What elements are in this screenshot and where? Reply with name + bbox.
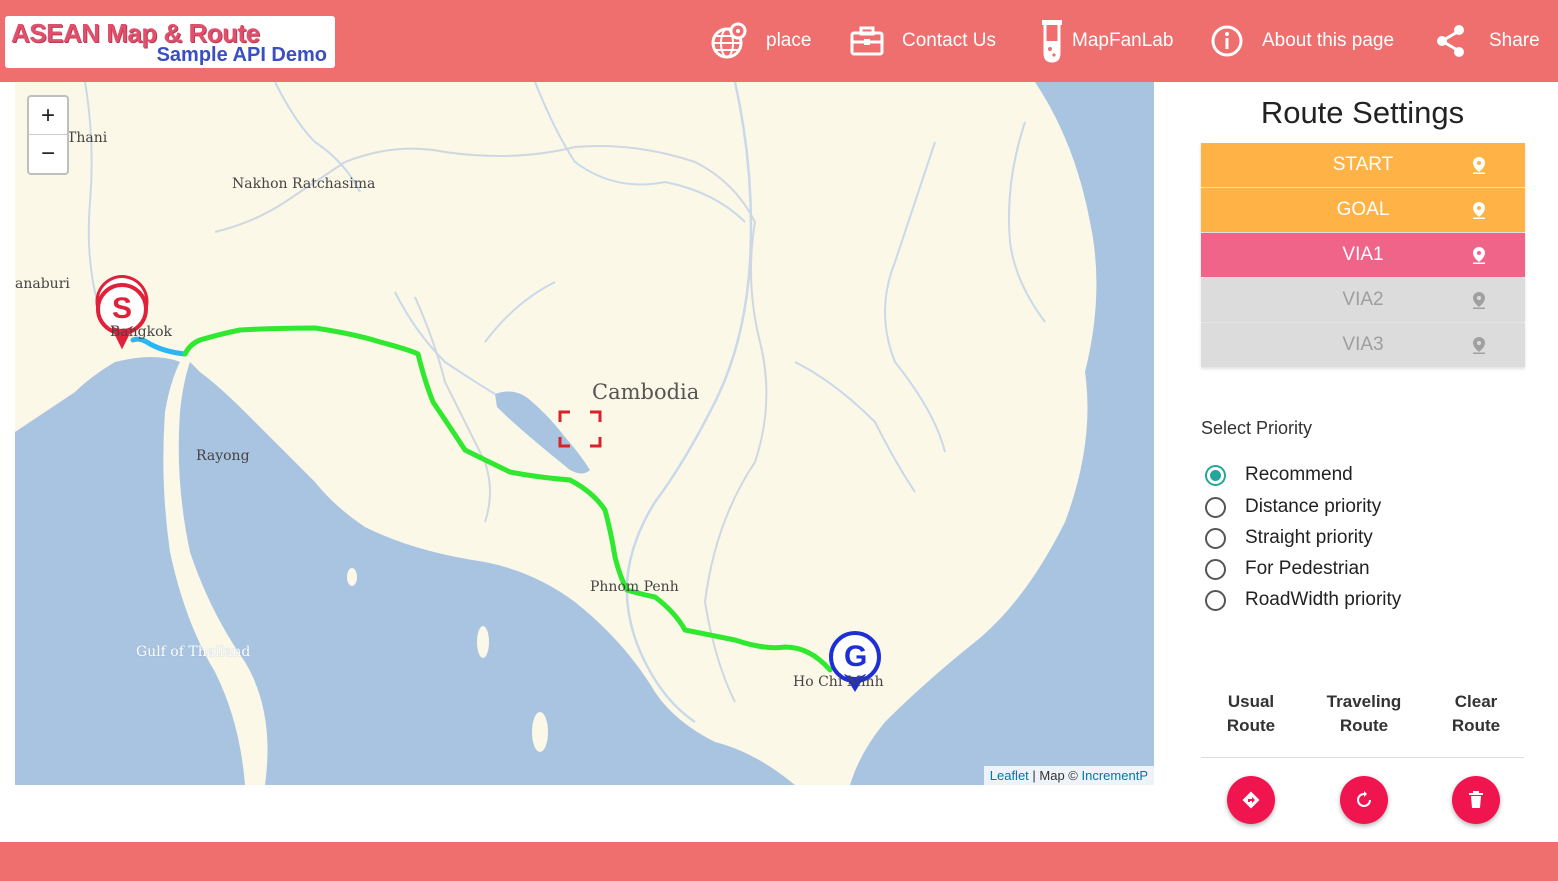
footer-bar	[0, 842, 1558, 881]
via3-point-button[interactable]: VIA3	[1201, 323, 1525, 367]
usual-route-label: Usual Route	[1196, 690, 1306, 738]
leaflet-link[interactable]: Leaflet	[990, 768, 1029, 783]
radio-button[interactable]	[1205, 589, 1226, 611]
priority-straight[interactable]: Straight priority	[1205, 526, 1373, 550]
priority-roadwidth[interactable]: RoadWidth priority	[1205, 588, 1401, 612]
traveling-route-label: Traveling Route	[1309, 690, 1419, 738]
start-marker-letter: S	[111, 292, 132, 325]
clear-route-line2: Route	[1451, 716, 1501, 735]
header-bar: ASEAN Map & Route Sample API Demo place	[0, 0, 1558, 82]
via2-point-label: VIA2	[1342, 289, 1384, 310]
priority-recommend[interactable]: Recommend	[1205, 463, 1353, 487]
island	[532, 712, 548, 752]
island	[477, 626, 489, 658]
place-label-bangkok: Bangkok	[110, 324, 173, 340]
usual-route-line1: Usual	[1227, 692, 1275, 711]
pin-icon	[1473, 157, 1485, 174]
incrementp-link[interactable]: IncrementP	[1082, 768, 1148, 783]
panel-divider	[1201, 757, 1524, 758]
briefcase-icon	[850, 26, 884, 56]
radio-button[interactable]	[1205, 527, 1226, 549]
zoom-out-button[interactable]: −	[29, 135, 67, 173]
nav-mapfanlab[interactable]: MapFanLab	[1040, 18, 1173, 64]
route-sign-icon	[1242, 791, 1260, 809]
share-icon	[1437, 25, 1464, 57]
nav-share[interactable]: Share	[1435, 18, 1540, 64]
traveling-route-button[interactable]	[1340, 776, 1388, 824]
start-point-button[interactable]: START	[1201, 143, 1525, 187]
pin-icon	[1473, 337, 1485, 354]
place-label-ho-chi-minh: Ho Chi Minh	[793, 674, 884, 690]
goal-point-button[interactable]: GOAL	[1201, 188, 1525, 232]
map-attribution: Leaflet | Map © IncrementP	[983, 766, 1154, 785]
page: ASEAN Map & Route Sample API Demo place	[0, 0, 1558, 881]
test-tube-icon	[1042, 20, 1062, 63]
usual-route-button[interactable]	[1227, 776, 1275, 824]
traveling-route-line1: Traveling	[1326, 692, 1402, 711]
goal-point-label: GOAL	[1336, 199, 1390, 220]
clear-route-button[interactable]	[1452, 776, 1500, 824]
zoom-in-button[interactable]: +	[29, 97, 67, 135]
priority-label: Recommend	[1245, 464, 1353, 485]
start-point-label: START	[1332, 154, 1394, 175]
country-label-cambodia: Cambodia	[592, 380, 700, 404]
sea-label-gulf-of-thailand: Gulf of Thailand	[136, 644, 251, 660]
attribution-separator: | Map ©	[1032, 768, 1078, 783]
priority-distance[interactable]: Distance priority	[1205, 495, 1381, 519]
priority-label: For Pedestrian	[1245, 558, 1370, 579]
pin-icon	[1473, 247, 1485, 264]
place-label-kanchanaburi: anaburi	[15, 276, 70, 292]
pin-icon	[1473, 202, 1485, 219]
nav-mapfanlab-label: MapFanLab	[1072, 30, 1174, 51]
radio-button[interactable]	[1205, 558, 1226, 580]
nav-place-label: place	[766, 30, 812, 51]
radio-button[interactable]	[1205, 496, 1226, 518]
select-priority-title: Select Priority	[1201, 418, 1313, 438]
nav-about-label: About this page	[1262, 30, 1395, 51]
island	[347, 568, 357, 586]
pin-icon	[1473, 292, 1485, 309]
info-icon	[1211, 25, 1243, 57]
radio-button-checked[interactable]	[1205, 464, 1226, 486]
traveling-route-line2: Route	[1339, 716, 1389, 735]
usual-route-line2: Route	[1226, 716, 1276, 735]
clear-route-line1: Clear	[1454, 692, 1498, 711]
place-label-nakhon-ratchasima: Nakhon Ratchasima	[232, 176, 376, 192]
priority-label: Straight priority	[1245, 527, 1373, 548]
trash-icon	[1469, 791, 1483, 808]
map-view[interactable]: Thani Nakhon Ratchasima anaburi Bangkok …	[15, 82, 1154, 785]
nav-contact-us[interactable]: Contact Us	[850, 18, 996, 64]
nav-about[interactable]: About this page	[1210, 18, 1394, 64]
place-label-phnom-penh: Phnom Penh	[590, 579, 679, 595]
nav-contact-label: Contact Us	[902, 30, 996, 51]
zoom-control: + −	[27, 95, 69, 175]
globe-pin-icon	[711, 22, 747, 59]
via2-point-button[interactable]: VIA2	[1201, 278, 1525, 322]
place-label-rayong: Rayong	[196, 448, 250, 464]
goal-marker-letter: G	[844, 640, 868, 673]
refresh-icon	[1357, 791, 1371, 807]
route-settings-title: Route Settings	[1260, 95, 1465, 130]
map-canvas[interactable]	[15, 82, 1154, 785]
priority-pedestrian[interactable]: For Pedestrian	[1205, 557, 1370, 581]
place-label-thani: Thani	[67, 130, 108, 146]
via1-point-label: VIA1	[1342, 244, 1384, 265]
nav-place[interactable]: place	[710, 18, 811, 64]
priority-label: Distance priority	[1245, 496, 1382, 517]
logo-subtitle: Sample API Demo	[156, 44, 327, 66]
via1-point-button[interactable]: VIA1	[1201, 233, 1525, 277]
nav-share-label: Share	[1489, 30, 1540, 51]
priority-label: RoadWidth priority	[1245, 589, 1402, 610]
clear-route-label: Clear Route	[1421, 690, 1531, 738]
app-logo[interactable]: ASEAN Map & Route Sample API Demo	[5, 16, 335, 68]
via3-point-label: VIA3	[1342, 334, 1384, 355]
